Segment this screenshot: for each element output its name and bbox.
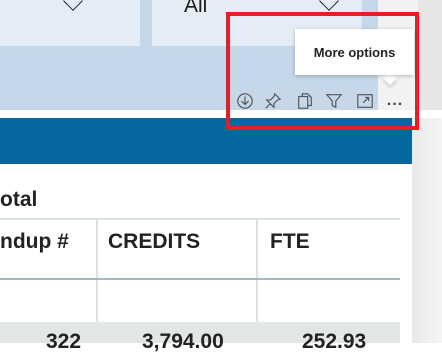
table-cell: 322 <box>46 330 82 353</box>
table-cell: 252.93 <box>302 330 367 353</box>
column-header[interactable]: CREDITS <box>108 230 200 254</box>
total-label: otal <box>0 188 38 211</box>
column-header[interactable]: FTE <box>270 230 310 254</box>
more-options-tooltip: More options <box>295 29 414 75</box>
chevron-down-icon[interactable] <box>63 0 83 11</box>
divider <box>0 218 400 220</box>
table-cell: 3,794.00 <box>142 330 224 353</box>
slicer-selected-value: All <box>184 0 208 17</box>
slicer-dropdown-left[interactable] <box>0 0 140 46</box>
column-header[interactable]: ndup # <box>0 230 69 254</box>
chevron-down-icon[interactable] <box>319 0 339 11</box>
visual-shadow <box>412 118 442 343</box>
header-divider <box>0 278 400 280</box>
